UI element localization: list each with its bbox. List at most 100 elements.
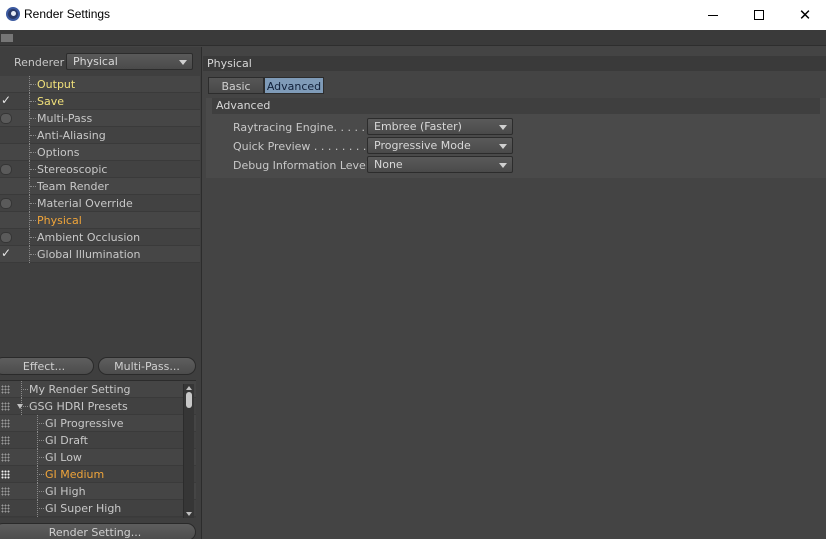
settings-item-label: Save	[37, 95, 65, 108]
chevron-down-icon	[499, 125, 507, 130]
preset-item[interactable]: GI Low	[0, 449, 196, 466]
settings-item[interactable]: Options	[0, 144, 200, 161]
render-setting-button[interactable]: Render Setting...	[0, 523, 196, 539]
raytracing-engine-dropdown[interactable]: Embree (Faster)	[367, 118, 513, 135]
tree-line	[29, 212, 36, 229]
settings-item[interactable]: Material Override	[0, 195, 200, 212]
tree-line	[37, 474, 44, 475]
maximize-icon	[754, 10, 764, 20]
checkmark-icon[interactable]	[0, 93, 12, 107]
preset-grip-icon[interactable]	[1, 385, 10, 394]
settings-item[interactable]: Output	[0, 76, 200, 93]
preset-item[interactable]: GI Draft	[0, 432, 196, 449]
tab-advanced[interactable]: Advanced	[264, 77, 324, 94]
preset-item[interactable]: GSG HDRI Presets	[0, 398, 196, 415]
tree-line	[37, 491, 44, 492]
settings-item[interactable]: Physical	[0, 212, 200, 229]
minimize-button[interactable]	[690, 0, 736, 30]
preset-grip-icon[interactable]	[1, 436, 10, 445]
settings-item[interactable]: Multi-Pass	[0, 110, 200, 127]
toggle-icon	[0, 147, 12, 158]
preset-item[interactable]: GI High	[0, 483, 196, 500]
toggle-icon[interactable]	[0, 232, 12, 243]
debug-info-level-label: Debug Information Level	[233, 159, 369, 172]
effect-button[interactable]: Effect...	[0, 357, 94, 375]
renderer-dropdown[interactable]: Physical	[66, 53, 193, 70]
toggle-icon	[0, 181, 12, 192]
preset-item[interactable]: GI Super High	[0, 500, 196, 517]
preset-grip-icon[interactable]	[1, 487, 10, 496]
maximize-button[interactable]	[736, 0, 782, 30]
scroll-up-icon[interactable]	[186, 386, 192, 390]
preset-grip-icon[interactable]	[1, 470, 10, 479]
presets-scrollbar[interactable]	[183, 384, 194, 518]
preset-grip-icon[interactable]	[1, 419, 10, 428]
quick-preview-label: Quick Preview . . . . . . . . .	[233, 140, 374, 153]
tree-line	[29, 110, 36, 127]
toggle-icon[interactable]	[0, 198, 12, 209]
settings-item[interactable]: Global Illumination	[0, 246, 200, 263]
settings-item[interactable]: Ambient Occlusion	[0, 229, 200, 246]
preset-item-label: My Render Setting	[29, 383, 131, 396]
tree-line	[37, 423, 44, 424]
settings-item-label: Anti-Aliasing	[37, 129, 106, 142]
group-title: Advanced	[212, 98, 820, 114]
settings-item-label: Global Illumination	[37, 248, 141, 261]
settings-item-label: Stereoscopic	[37, 163, 108, 176]
presets-list: My Render Setting GSG HDRI Presets GI Prog…	[0, 380, 196, 518]
toggle-icon	[0, 79, 12, 90]
toggle-icon[interactable]	[0, 164, 12, 175]
settings-item-label: Material Override	[37, 197, 133, 210]
debug-info-level-value: None	[374, 158, 403, 171]
tree-line	[37, 440, 44, 441]
tree-line	[29, 178, 36, 195]
scroll-thumb[interactable]	[186, 392, 192, 408]
settings-item-label: Options	[37, 146, 80, 159]
tree-line	[29, 229, 36, 246]
menu-strip	[0, 30, 826, 46]
quick-preview-dropdown[interactable]: Progressive Mode	[367, 137, 513, 154]
chevron-down-icon	[499, 144, 507, 149]
toggle-icon[interactable]	[0, 113, 12, 124]
settings-item-label: Ambient Occlusion	[37, 231, 141, 244]
preset-item-label: GI High	[45, 485, 86, 498]
grip-icon[interactable]	[1, 34, 13, 42]
settings-item-label: Output	[37, 78, 76, 91]
settings-item-label: Team Render	[37, 180, 109, 193]
debug-info-level-dropdown[interactable]: None	[367, 156, 513, 173]
raytracing-engine-label: Raytracing Engine. . . . . .	[233, 121, 372, 134]
scroll-down-icon[interactable]	[186, 512, 192, 516]
tree-line	[29, 76, 36, 93]
preset-item[interactable]: GI Medium	[0, 466, 196, 483]
section-title: Physical	[203, 56, 826, 71]
settings-item[interactable]: Anti-Aliasing	[0, 127, 200, 144]
tab-basic[interactable]: Basic	[208, 77, 264, 94]
tree-line	[29, 195, 36, 212]
expand-arrow-icon[interactable]	[17, 404, 23, 409]
checkmark-icon[interactable]	[0, 246, 12, 260]
preset-grip-icon[interactable]	[1, 504, 10, 513]
settings-list: Output Save Multi-Pass Anti-Aliasing Options…	[0, 76, 200, 263]
preset-item-label: GI Low	[45, 451, 82, 464]
renderer-label: Renderer	[14, 56, 65, 69]
preset-item[interactable]: GI Progressive	[0, 415, 196, 432]
preset-item-label: GI Progressive	[45, 417, 124, 430]
tree-line	[29, 93, 36, 110]
settings-item[interactable]: Save	[0, 93, 200, 110]
chevron-down-icon	[499, 163, 507, 168]
settings-item[interactable]: Team Render	[0, 178, 200, 195]
settings-item[interactable]: Stereoscopic	[0, 161, 200, 178]
preset-grip-icon[interactable]	[1, 453, 10, 462]
preset-grip-icon[interactable]	[1, 402, 10, 411]
tree-line	[37, 457, 44, 458]
preset-item-label: GSG HDRI Presets	[29, 400, 128, 413]
raytracing-engine-value: Embree (Faster)	[374, 120, 462, 133]
toggle-icon	[0, 215, 12, 226]
preset-item[interactable]: My Render Setting	[0, 381, 196, 398]
close-button[interactable]: ✕	[782, 0, 826, 30]
quick-preview-value: Progressive Mode	[374, 139, 471, 152]
multi-pass-button[interactable]: Multi-Pass...	[98, 357, 196, 375]
left-panel: Renderer Physical Output Save Multi-Pass An…	[0, 47, 202, 539]
tree-line	[29, 161, 36, 178]
advanced-group: Advanced Raytracing Engine. . . . . . Em…	[206, 98, 826, 178]
